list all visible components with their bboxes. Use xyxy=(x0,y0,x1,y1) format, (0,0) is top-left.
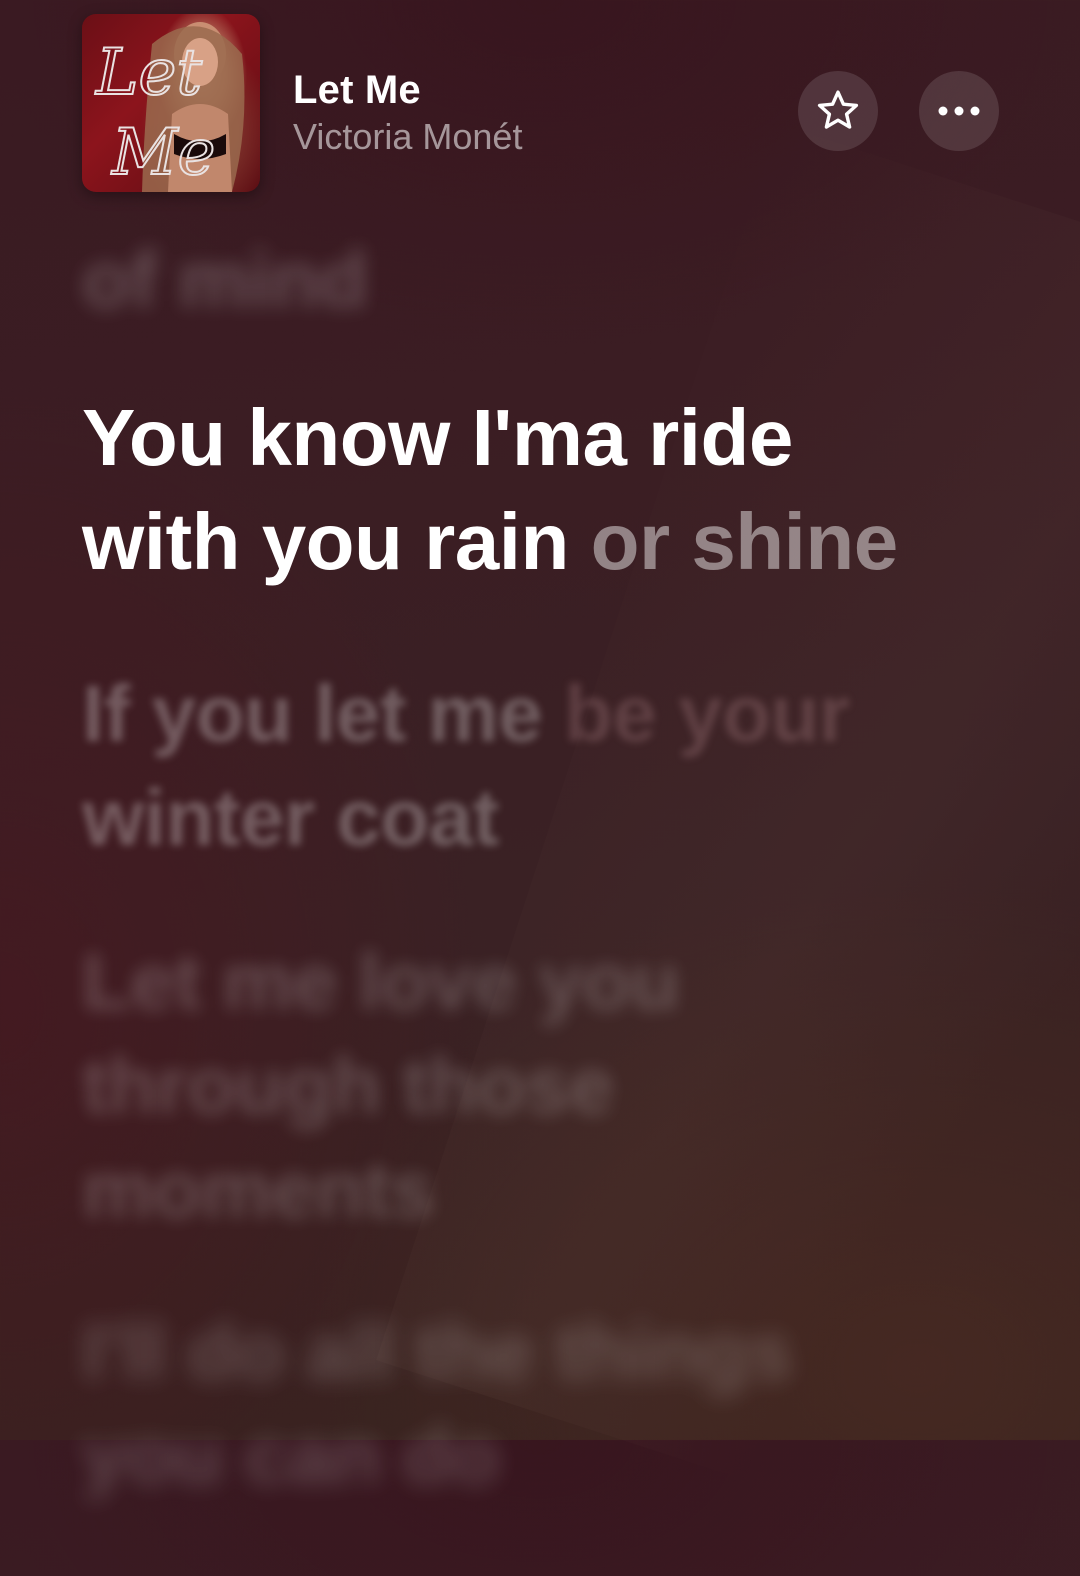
lyric-row: moments xyxy=(82,1145,435,1234)
lyric-row: winter coat xyxy=(82,773,499,862)
favorite-button[interactable] xyxy=(798,71,878,151)
artist-name[interactable]: Victoria Monét xyxy=(293,116,522,158)
lyric-row: I'll do all the things xyxy=(82,1307,793,1396)
lyric-row: of mind xyxy=(82,235,368,324)
lyric-segment: If you let me xyxy=(82,669,543,758)
lyric-line-next[interactable]: I'll do all the things you can do xyxy=(82,1300,1002,1508)
lyric-row: through those xyxy=(82,1041,614,1130)
lyric-row: you can do xyxy=(82,1411,500,1500)
lyric-line-previous[interactable]: of mind xyxy=(82,228,1002,332)
album-artwork[interactable]: Let Me xyxy=(82,14,260,192)
lyric-line-next[interactable]: If you let me be your winter coat xyxy=(82,662,1002,870)
artwork-text-let: Let xyxy=(95,36,202,110)
more-options-button[interactable] xyxy=(919,71,999,151)
now-playing-header: Let Me Let Me Victoria Monét xyxy=(0,0,1080,210)
lyric-line-active[interactable]: You know I'ma ride with you rain or shin… xyxy=(82,386,1002,594)
lyric-row: If you let me be your xyxy=(82,662,1002,766)
lyric-segment: be your xyxy=(542,669,850,758)
artwork-art: Let Me xyxy=(94,22,245,192)
lyric-sung: with you rain xyxy=(82,497,569,586)
lyric-unsung: or shine xyxy=(568,497,899,586)
lyric-row-2: with you rain or shine xyxy=(82,490,1002,594)
ellipsis-icon xyxy=(938,106,980,116)
lyric-row: Let me love you xyxy=(82,937,680,1026)
star-icon xyxy=(817,90,859,129)
lyric-row: You know I'ma ride xyxy=(82,393,793,482)
artwork-text-me: Me xyxy=(111,116,215,190)
song-title[interactable]: Let Me xyxy=(293,68,421,113)
lyric-line-next[interactable]: Let me love you through those moments xyxy=(82,930,1002,1242)
